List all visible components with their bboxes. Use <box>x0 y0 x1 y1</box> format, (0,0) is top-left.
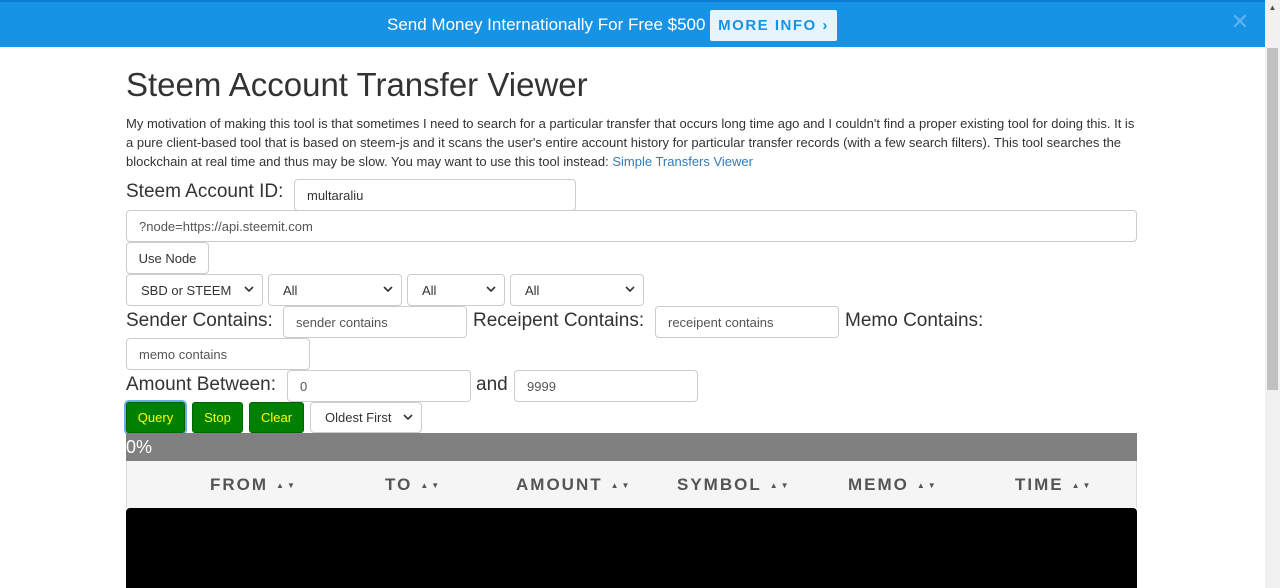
column-header-label: SYMBOL <box>677 475 762 494</box>
receipent-contains-input[interactable] <box>655 306 839 338</box>
sort-arrows-icon[interactable]: ▲▼ <box>611 481 633 490</box>
filter-select-3[interactable]: All <box>510 274 644 306</box>
clear-button[interactable]: Clear <box>249 402 304 433</box>
progress-text: 0% <box>126 437 153 457</box>
order-select[interactable]: Oldest First <box>310 402 422 433</box>
column-header-label: TIME <box>1015 475 1064 494</box>
query-button[interactable]: Query <box>126 402 185 433</box>
results-area <box>126 508 1137 588</box>
column-header-time[interactable]: TIME ▲▼ <box>1015 475 1093 495</box>
filter-select-2[interactable]: All <box>407 274 505 306</box>
chevron-down-icon <box>486 286 496 293</box>
filter-select-3-value: All <box>525 282 540 298</box>
account-id-input[interactable] <box>294 179 576 211</box>
sort-arrows-icon[interactable]: ▲▼ <box>276 481 298 490</box>
simple-transfers-viewer-link[interactable]: Simple Transfers Viewer <box>612 154 753 169</box>
column-header-amount[interactable]: AMOUNT ▲▼ <box>516 475 632 495</box>
more-info-button[interactable]: MORE INFO › <box>710 10 837 41</box>
column-header-label: MEMO <box>848 475 909 494</box>
chevron-down-icon <box>403 414 413 421</box>
column-header-to[interactable]: TO ▲▼ <box>385 475 442 495</box>
column-header-symbol[interactable]: SYMBOL ▲▼ <box>677 475 792 495</box>
scrollbar-thumb[interactable] <box>1267 48 1278 390</box>
amount-min-input[interactable] <box>287 370 471 402</box>
sort-arrows-icon[interactable]: ▲▼ <box>420 481 442 490</box>
memo-contains-label: Memo Contains: <box>845 310 984 331</box>
column-header-label: TO <box>385 475 413 494</box>
currency-select-value: SBD or STEEM <box>141 282 232 298</box>
chevron-down-icon <box>383 286 393 293</box>
column-header-from[interactable]: FROM ▲▼ <box>210 475 298 495</box>
sender-contains-label: Sender Contains: <box>126 310 273 331</box>
progress-bar: 0% <box>126 433 1137 461</box>
node-input[interactable] <box>126 210 1137 242</box>
promo-banner: Send Money Internationally For Free $500… <box>0 0 1265 47</box>
results-table-header: FROM ▲▼ TO ▲▼ AMOUNT ▲▼ SYMBOL ▲▼ MEMO ▲▼ TIM… <box>126 461 1137 508</box>
chevron-down-icon <box>244 286 254 293</box>
sort-arrows-icon[interactable]: ▲▼ <box>917 481 939 490</box>
page-title: Steem Account Transfer Viewer <box>126 66 588 103</box>
close-icon[interactable]: ✕ <box>1230 11 1250 33</box>
memo-contains-input[interactable] <box>126 338 310 370</box>
intro-paragraph: My motivation of making this tool is tha… <box>126 114 1136 171</box>
order-select-value: Oldest First <box>325 410 392 425</box>
stop-button[interactable]: Stop <box>192 402 243 433</box>
currency-select[interactable]: SBD or STEEM <box>126 274 263 306</box>
sender-contains-input[interactable] <box>283 306 467 338</box>
scroll-up-arrow-icon[interactable]: ▲ <box>1265 0 1280 15</box>
banner-text: Send Money Internationally For Free $500 <box>387 15 706 34</box>
column-header-label: AMOUNT <box>516 475 603 494</box>
sort-arrows-icon[interactable]: ▲▼ <box>1072 481 1094 490</box>
filter-select-1[interactable]: All <box>268 274 402 306</box>
chevron-down-icon <box>625 286 635 293</box>
column-header-memo[interactable]: MEMO ▲▼ <box>848 475 939 495</box>
page-scrollbar[interactable]: ▲ <box>1265 0 1280 588</box>
use-node-button[interactable]: Use Node <box>126 242 209 274</box>
account-id-label: Steem Account ID: <box>126 181 284 202</box>
sort-arrows-icon[interactable]: ▲▼ <box>770 481 792 490</box>
amount-max-input[interactable] <box>514 370 698 402</box>
amount-between-label: Amount Between: <box>126 374 276 395</box>
receipent-contains-label: Receipent Contains: <box>473 310 645 331</box>
filter-select-2-value: All <box>422 282 437 298</box>
amount-and-label: and <box>476 374 508 395</box>
column-header-label: FROM <box>210 475 269 494</box>
filter-select-1-value: All <box>283 282 298 298</box>
